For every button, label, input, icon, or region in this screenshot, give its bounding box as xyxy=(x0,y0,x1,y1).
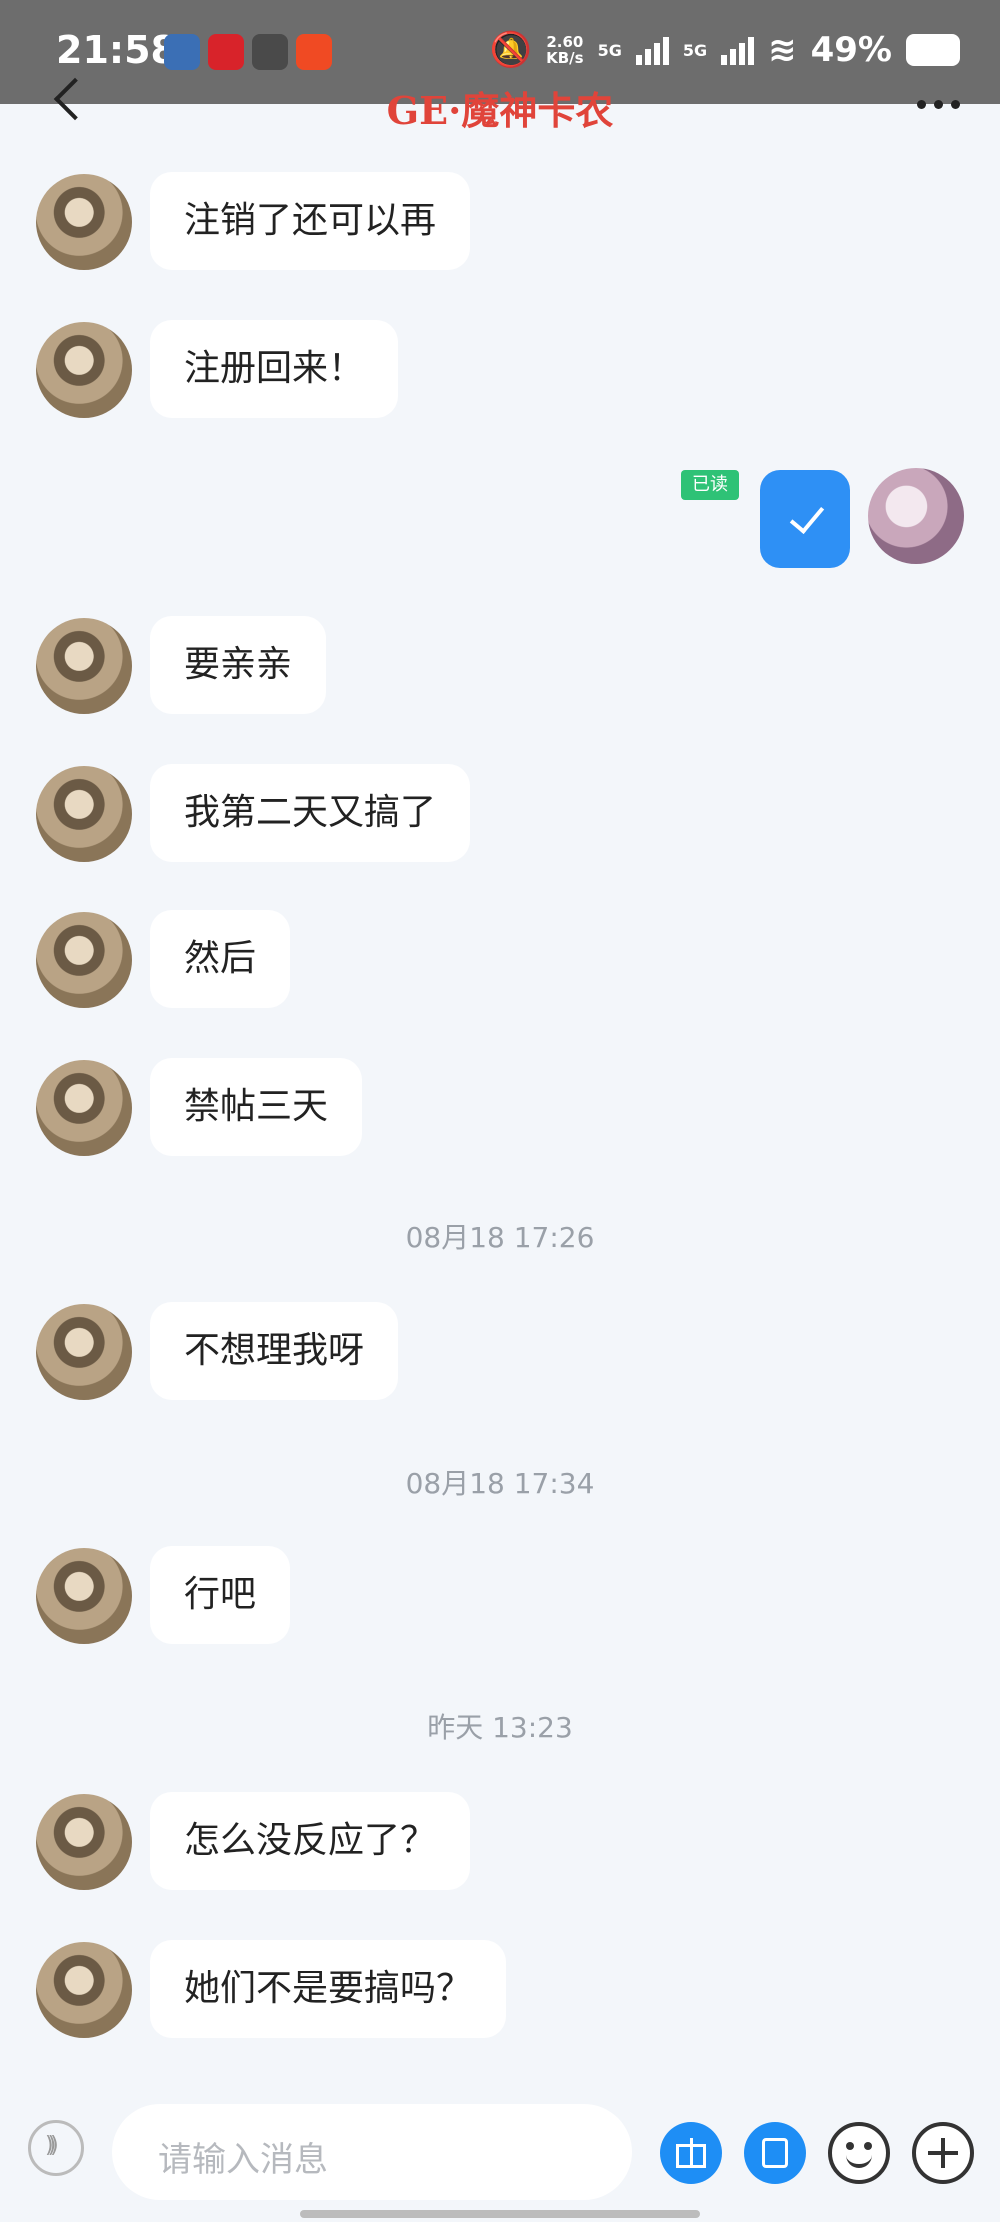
message-bubble[interactable]: 禁帖三天 xyxy=(150,1058,363,1156)
avatar[interactable] xyxy=(36,1548,132,1644)
plus-icon[interactable] xyxy=(912,2122,974,2184)
gift-icon[interactable] xyxy=(660,2122,722,2184)
avatar[interactable] xyxy=(36,1942,132,2038)
network-type-1: 5G xyxy=(597,40,622,60)
avatar[interactable] xyxy=(36,1304,132,1400)
more-icon[interactable] xyxy=(917,100,960,109)
message-bubble[interactable]: 要亲亲 xyxy=(150,616,327,714)
sent-message-bubble[interactable] xyxy=(760,470,850,568)
home-indicator[interactable] xyxy=(300,2210,700,2218)
timestamp: 昨天 13:23 xyxy=(427,1711,573,1744)
emoji-icon[interactable] xyxy=(828,2122,890,2184)
message-bubble[interactable]: 然后 xyxy=(150,910,291,1008)
network-type-2: 5G xyxy=(682,40,708,60)
avatar[interactable] xyxy=(36,1060,132,1156)
avatar[interactable] xyxy=(36,618,132,714)
message-bubble[interactable]: 行吧 xyxy=(150,1546,291,1644)
avatar[interactable] xyxy=(36,174,132,270)
timestamp: 08月18 17:34 xyxy=(405,1467,595,1500)
check-icon xyxy=(786,500,826,540)
message-bubble[interactable]: 注销了还可以再 xyxy=(150,172,471,270)
chat-header: GE·魔神卡农 xyxy=(0,60,1000,150)
message-bubble[interactable]: 怎么没反应了？ xyxy=(150,1792,471,1890)
message-bubble[interactable]: 不想理我呀 xyxy=(150,1302,399,1400)
timestamp: 08月18 17:26 xyxy=(405,1221,595,1254)
message-input[interactable]: 请输入消息 xyxy=(112,2104,632,2200)
message-bubble[interactable]: 她们不是要搞吗？ xyxy=(150,1940,507,2038)
input-bar: 请输入消息 xyxy=(0,2080,1000,2222)
avatar[interactable] xyxy=(36,1794,132,1890)
input-placeholder: 请输入消息 xyxy=(158,2140,328,2180)
voice-icon[interactable] xyxy=(28,2120,84,2176)
avatar[interactable] xyxy=(36,912,132,1008)
chat-title: GE·魔神卡农 xyxy=(386,88,614,133)
avatar[interactable] xyxy=(36,322,132,418)
red-packet-icon[interactable] xyxy=(744,2122,806,2184)
message-bubble[interactable]: 注册回来！ xyxy=(150,320,399,418)
read-badge: 已读 xyxy=(681,470,739,500)
avatar[interactable] xyxy=(36,766,132,862)
message-bubble[interactable]: 我第二天又搞了 xyxy=(150,764,471,862)
my-avatar[interactable] xyxy=(868,468,964,564)
